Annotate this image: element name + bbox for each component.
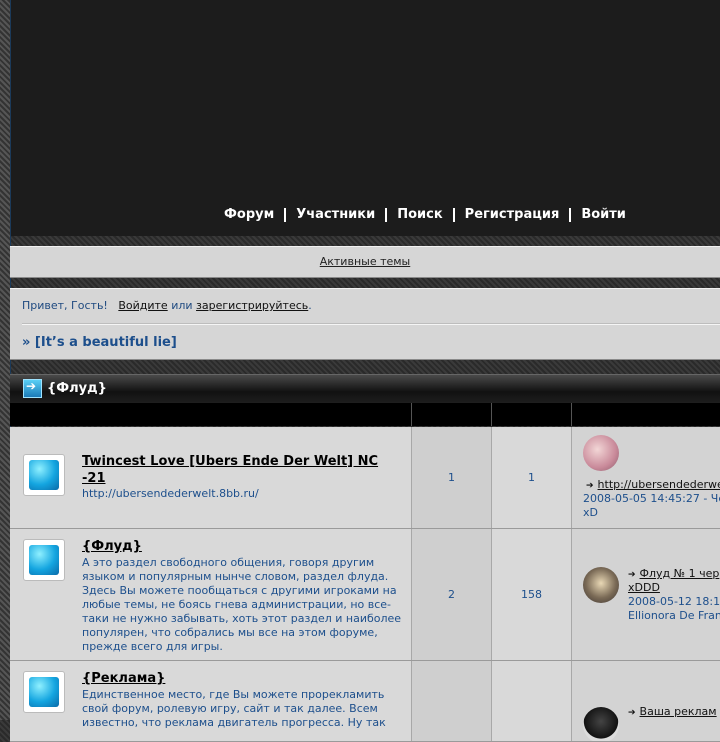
arrow-right-icon: ➔ [628,570,636,580]
nav-forum-link[interactable]: Форум [223,207,275,222]
posts-count: 158 [492,529,572,660]
last-post-link-line: ➔ Флуд № 1 чер [628,567,719,582]
avatar[interactable] [583,707,619,741]
register-link[interactable]: зарегистрируйтесь [196,299,308,312]
forum-table: Twincest Love [Ubers Ende Der Welt] NC -… [10,427,720,742]
nav-separator [284,207,287,222]
last-post-cell: ➔ Ваша реклам [572,661,720,741]
nav-separator [569,207,572,222]
last-post-link[interactable]: http://ubersendederwelt [598,478,720,491]
last-post-date: 2008-05-05 14:45:27 - Че [583,492,720,505]
nav-members-link[interactable]: Участники [295,207,376,222]
nav-search-link[interactable]: Поиск [396,207,443,222]
last-post-author[interactable]: Ellionora De Fran [628,609,720,623]
nav-separator [385,207,388,222]
divider [22,323,720,325]
nav-login-link[interactable]: Войти [580,207,627,222]
forum-title-link[interactable]: {Флуд} [82,538,142,555]
forum-status-icon [23,539,65,581]
last-post-link[interactable]: Флуд № 1 чер [640,567,720,580]
avatar[interactable] [583,435,619,471]
arrow-right-icon: ➔ [586,481,594,491]
site-header-banner: Форум Участники Поиск Регистрация Войти [11,0,720,236]
or-text: или [171,299,193,312]
nav-register-link[interactable]: Регистрация [464,207,561,222]
active-topics-bar: Активные темы [10,246,720,278]
forum-status-icon [23,454,65,496]
category-header: {Флуд} [10,374,720,403]
last-post-link-line: ➔ Ваша реклам [628,705,717,720]
category-title[interactable]: {Флуд} [47,381,107,396]
top-navigation: Форум Участники Поиск Регистрация Войти [223,207,627,222]
welcome-panel: Привет, Гость! Войдите или зарегистрируй… [10,288,720,360]
arrow-box-icon [23,379,42,398]
posts-count [492,661,572,741]
table-column-header [10,403,720,426]
forum-status-icon [23,671,65,713]
last-post-extra: xD [583,506,598,519]
greeting-line: Привет, Гость! Войдите или зарегистрируй… [22,299,312,312]
table-row: Twincest Love [Ubers Ende Der Welt] NC -… [10,427,720,529]
forum-description: Единственное место, где Вы можете прорек… [82,688,386,729]
last-post-link[interactable]: Ваша реклам [640,705,717,718]
login-link[interactable]: Войдите [118,299,167,312]
last-post-cell: ➔ http://ubersendederwelt 2008-05-05 14:4… [572,427,720,528]
last-post-extra: xDDD [628,581,660,595]
forum-description: http://ubersendederwelt.8bb.ru/ [82,487,259,500]
arrow-right-icon: ➔ [628,708,636,718]
column-posts [492,403,572,426]
nav-separator [452,207,455,222]
last-post-date: 2008-05-12 18:1 [628,595,720,608]
last-post-link-line: ➔ http://ubersendederwelt [586,478,720,493]
avatar[interactable] [583,567,619,603]
breadcrumb[interactable]: » [It’s a beautiful lie] [22,335,177,350]
greeting-text: Привет, Гость! [22,299,108,312]
topics-count: 1 [412,427,492,528]
last-post-cell: ➔ Флуд № 1 чер xDDD 2008-05-12 18:1 Ellio… [572,529,720,660]
table-row: {Реклама} Единственное место, где Вы мож… [10,661,720,742]
forum-title-link[interactable]: {Реклама} [82,670,165,687]
column-last-post [572,403,720,426]
topics-count: 2 [412,529,492,660]
topics-count [412,661,492,741]
forum-title-link[interactable]: Twincest Love [Ubers Ende Der Welt] NC -… [82,453,382,487]
forum-cell: {Флуд} А это раздел свободного общения, … [10,529,412,660]
posts-count: 1 [492,427,572,528]
column-forum [10,403,412,426]
period-text: . [308,299,312,312]
forum-description: А это раздел свободного общения, говоря … [82,556,402,653]
last-post-extra-link[interactable]: xDDD [628,581,660,594]
table-row: {Флуд} А это раздел свободного общения, … [10,529,720,661]
forum-cell: Twincest Love [Ubers Ende Der Welt] NC -… [10,427,412,528]
column-topics [412,403,492,426]
forum-cell: {Реклама} Единственное место, где Вы мож… [10,661,412,741]
active-topics-link[interactable]: Активные темы [320,255,411,268]
